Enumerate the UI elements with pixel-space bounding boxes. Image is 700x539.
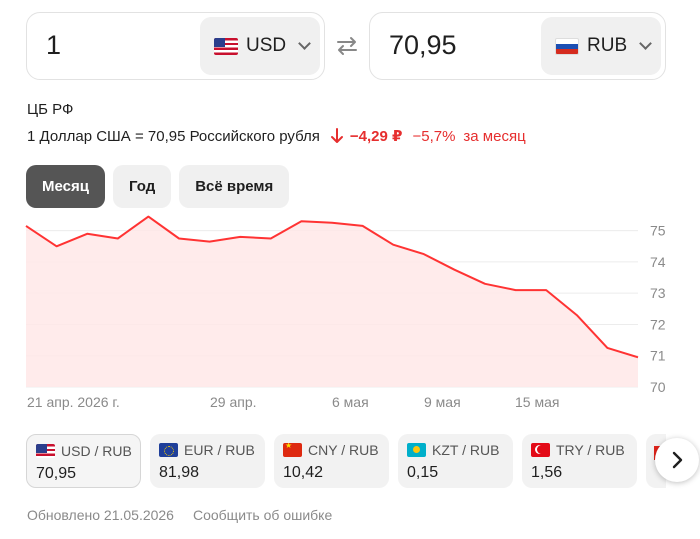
pair-cny-rub[interactable]: CNY / RUB 10,42 bbox=[274, 434, 389, 488]
y-tick-label: 70 bbox=[650, 379, 666, 395]
currency-converter: 1 USD 70,95 RUB bbox=[26, 12, 666, 80]
chart-area-fill bbox=[26, 216, 638, 387]
x-tick-label: 29 апр. bbox=[210, 394, 257, 410]
y-tick-label: 71 bbox=[650, 348, 666, 364]
rate-change-percent: −5,7% bbox=[412, 127, 456, 145]
rate-summary: 1 Доллар США = 70,95 Российского рубля −… bbox=[27, 127, 526, 146]
currency-pairs: USD / RUB 70,95 EUR / RUB 81,98 CNY / RU… bbox=[26, 434, 666, 488]
ru-flag-icon bbox=[555, 37, 579, 55]
us-flag-icon bbox=[214, 37, 238, 55]
chevron-down-icon bbox=[298, 37, 311, 50]
us-flag-icon bbox=[36, 444, 55, 458]
report-error-link[interactable]: Сообщить об ошибке bbox=[193, 507, 332, 523]
eu-flag-icon bbox=[159, 443, 178, 457]
rate-chart[interactable]: 70 71 72 73 74 75 21 апр. 2026 г. 29 апр. 6 мая… bbox=[0, 215, 700, 415]
pair-eur-rub[interactable]: EUR / RUB 81,98 bbox=[150, 434, 265, 488]
tab-all-time[interactable]: Всё время bbox=[179, 165, 290, 208]
period-tabs: Месяц Год Всё время bbox=[26, 165, 290, 208]
pair-value: 0,15 bbox=[407, 464, 439, 481]
to-amount-input[interactable]: 70,95 bbox=[389, 30, 457, 61]
to-amount-box[interactable]: 70,95 RUB bbox=[369, 12, 666, 80]
pair-value: 10,42 bbox=[283, 464, 324, 481]
y-tick-label: 72 bbox=[650, 316, 666, 332]
chevron-right-icon bbox=[672, 451, 683, 469]
pair-label: USD / RUB bbox=[61, 443, 132, 459]
next-pairs-button[interactable] bbox=[655, 438, 699, 482]
from-amount-box[interactable]: 1 USD bbox=[26, 12, 325, 80]
pair-value: 70,95 bbox=[36, 465, 77, 482]
from-currency-select[interactable]: USD bbox=[200, 17, 320, 75]
y-tick-label: 73 bbox=[650, 285, 666, 301]
pair-label: EUR / RUB bbox=[184, 442, 255, 458]
pair-label: CNY / RUB bbox=[308, 442, 379, 458]
footer: Обновлено 21.05.2026 Сообщить об ошибке bbox=[27, 507, 332, 523]
to-currency-code: RUB bbox=[587, 35, 628, 56]
x-tick-label: 15 мая bbox=[515, 394, 559, 410]
rate-source: ЦБ РФ bbox=[27, 101, 74, 118]
cn-flag-icon bbox=[283, 443, 302, 457]
arrow-down-icon bbox=[330, 128, 343, 143]
pair-value: 81,98 bbox=[159, 464, 200, 481]
y-tick-label: 74 bbox=[650, 254, 666, 270]
pair-kzt-rub[interactable]: KZT / RUB 0,15 bbox=[398, 434, 513, 488]
from-currency-code: USD bbox=[246, 35, 287, 56]
from-amount-input[interactable]: 1 bbox=[46, 30, 61, 61]
kz-flag-icon bbox=[407, 443, 426, 457]
pair-label: KZT / RUB bbox=[432, 442, 500, 458]
tab-year[interactable]: Год bbox=[112, 165, 172, 208]
rate-change: −4,29 ₽ bbox=[349, 128, 403, 145]
y-tick-label: 75 bbox=[650, 223, 666, 239]
pair-label: TRY / RUB bbox=[556, 442, 625, 458]
x-tick-label: 6 мая bbox=[332, 394, 369, 410]
x-tick-label: 9 мая bbox=[424, 394, 461, 410]
tr-flag-icon bbox=[531, 443, 550, 457]
swap-arrows-icon[interactable] bbox=[335, 34, 359, 58]
pair-try-rub[interactable]: TRY / RUB 1,56 bbox=[522, 434, 637, 488]
tab-month[interactable]: Месяц bbox=[26, 165, 105, 208]
pair-usd-rub[interactable]: USD / RUB 70,95 bbox=[26, 434, 141, 488]
pair-value: 1,56 bbox=[531, 464, 563, 481]
chevron-down-icon bbox=[639, 37, 652, 50]
rate-description: 1 Доллар США = 70,95 Российского рубля bbox=[27, 127, 320, 145]
x-tick-label: 21 апр. 2026 г. bbox=[27, 394, 120, 410]
rate-period: за месяц bbox=[463, 127, 526, 145]
to-currency-select[interactable]: RUB bbox=[541, 17, 661, 75]
updated-text: Обновлено 21.05.2026 bbox=[27, 507, 174, 523]
